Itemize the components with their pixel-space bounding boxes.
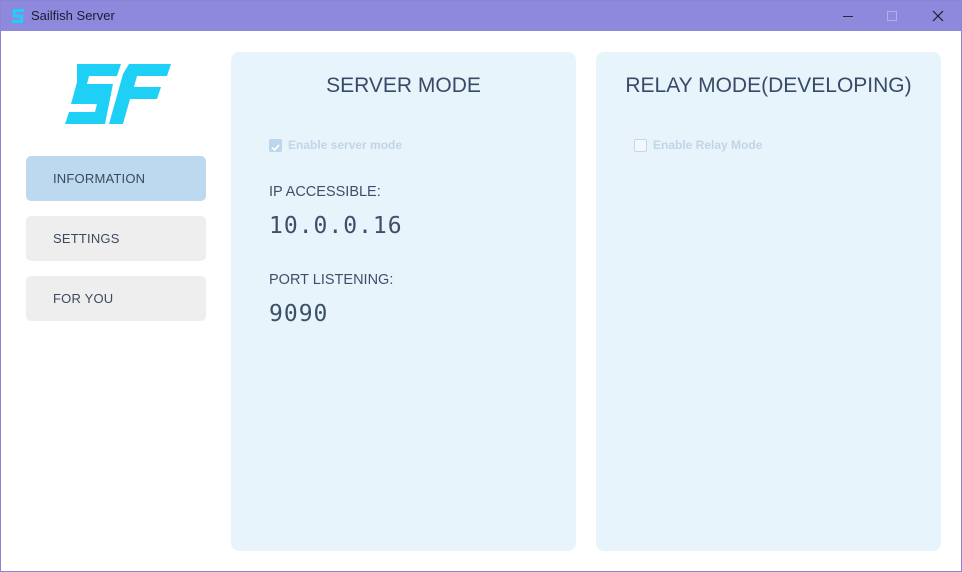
- sidebar-item-for-you[interactable]: FOR YOU: [26, 276, 206, 321]
- server-mode-panel: SERVER MODE Enable server mode IP ACCESS…: [231, 52, 576, 551]
- ip-accessible-label: IP ACCESSIBLE:: [269, 184, 381, 200]
- close-button[interactable]: [915, 1, 961, 31]
- sf-logo: [65, 64, 171, 124]
- sidebar-item-settings[interactable]: SETTINGS: [26, 216, 206, 261]
- minimize-icon: [843, 16, 853, 17]
- title-bar[interactable]: Sailfish Server: [1, 1, 961, 31]
- minimize-button[interactable]: [825, 1, 871, 31]
- port-value: 9090: [269, 301, 329, 327]
- checkmark-icon: [271, 144, 280, 152]
- window-title: Sailfish Server: [31, 8, 115, 23]
- maximize-icon: [887, 11, 897, 21]
- close-icon: [932, 10, 944, 22]
- relay-mode-panel: RELAY MODE(DEVELOPING) Enable Relay Mode: [596, 52, 941, 551]
- maximize-button[interactable]: [869, 1, 915, 31]
- checkbox-box[interactable]: [634, 139, 647, 152]
- sidebar-item-label: FOR YOU: [53, 291, 114, 306]
- server-mode-title: SERVER MODE: [326, 74, 481, 97]
- sailfish-app-icon: [12, 9, 24, 23]
- sidebar-item-label: INFORMATION: [53, 171, 146, 186]
- port-listening-label: PORT LISTENING:: [269, 272, 394, 288]
- relay-mode-title: RELAY MODE(DEVELOPING): [625, 74, 912, 97]
- app-window: Sailfish Server INFORMATION SETTINGS FOR…: [0, 0, 962, 572]
- sidebar-item-label: SETTINGS: [53, 231, 120, 246]
- checkbox-box[interactable]: [269, 139, 282, 152]
- enable-server-mode-label: Enable server mode: [288, 138, 403, 152]
- ip-address-value: 10.0.0.16: [269, 213, 403, 239]
- sidebar-item-information[interactable]: INFORMATION: [26, 156, 206, 201]
- enable-relay-mode-label: Enable Relay Mode: [653, 138, 763, 152]
